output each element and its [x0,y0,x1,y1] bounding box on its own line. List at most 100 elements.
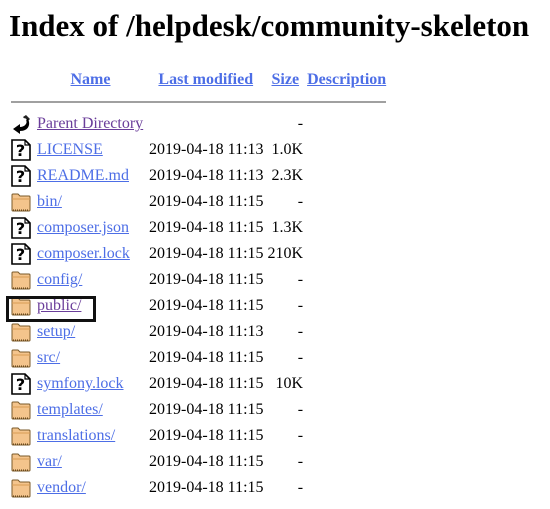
table-row: ? README.md 2019-04-18 11:13 2.3K [10,164,387,188]
last-modified: 2019-04-18 11:15 [149,245,264,262]
unknown-file-icon: ? [11,373,31,395]
back-icon [11,113,31,135]
last-modified: 2019-04-18 11:15 [149,479,264,496]
description [306,320,387,344]
table-row: config/2019-04-18 11:15 - [10,268,387,292]
unknown-file-icon: ? [11,165,31,187]
table-row: ? composer.lock 2019-04-18 11:15 210K [10,242,387,266]
file-size: - [297,453,304,470]
file-link[interactable]: Parent Directory [37,115,143,132]
file-link[interactable]: src/ [37,349,60,366]
file-link[interactable]: translations/ [37,427,115,444]
header-last-modified: Last modified [147,68,265,92]
last-modified [147,112,265,136]
description [306,164,387,188]
svg-text:?: ? [16,219,25,238]
folder-icon [11,295,31,317]
svg-text:?: ? [16,167,25,186]
last-modified: 2019-04-18 11:15 [149,427,264,444]
description [306,294,387,318]
folder-icon [11,451,31,473]
svg-text:?: ? [16,375,25,394]
description [306,346,387,370]
folder-icon [11,425,31,447]
header-description: Description [306,68,387,92]
last-modified: 2019-04-18 11:15 [149,453,264,470]
separator-row [10,94,387,110]
file-link[interactable]: vendor/ [37,479,86,496]
file-link[interactable]: setup/ [37,323,75,340]
file-size: 210K [267,245,304,262]
last-modified: 2019-04-18 11:15 [149,297,264,314]
last-modified: 2019-04-18 11:13 [149,167,264,184]
table-row: public/2019-04-18 11:15 - [10,294,387,318]
folder-icon [11,321,31,343]
table-row: var/2019-04-18 11:15 - [10,450,387,474]
sort-by-name-link[interactable]: Name [71,71,111,88]
file-size: 2.3K [271,167,304,184]
file-link[interactable]: var/ [37,453,62,470]
file-link[interactable]: README.md [37,167,129,184]
sort-by-last-modified-link[interactable]: Last modified [158,71,253,88]
folder-icon [11,269,31,291]
table-row: Parent Directory - [10,112,387,136]
unknown-file-icon: ? [11,139,31,161]
file-link[interactable]: templates/ [37,401,103,418]
file-size: - [297,193,304,210]
description [306,216,387,240]
file-size: 1.3K [271,219,304,236]
description [306,268,387,292]
description [306,112,387,136]
file-size: - [297,271,304,288]
folder-icon [11,399,31,421]
file-size: 1.0K [271,141,304,158]
listing-body: Parent Directory -? LICENSE 2019-04-18 11:1… [10,112,387,500]
table-row: vendor/2019-04-18 11:15 - [10,476,387,500]
file-link[interactable]: composer.json [37,219,129,236]
file-size: - [297,297,304,314]
sort-by-size-link[interactable]: Size [272,71,300,88]
table-row: setup/2019-04-18 11:13 - [10,320,387,344]
last-modified: 2019-04-18 11:15 [149,193,264,210]
last-modified: 2019-04-18 11:13 [149,141,264,158]
file-size: - [297,115,304,132]
description [306,398,387,422]
table-row: src/2019-04-18 11:15 - [10,346,387,370]
description [306,450,387,474]
folder-icon [11,477,31,499]
file-size: - [297,479,304,496]
header-row: Name Last modified Size Description [10,68,387,92]
description [306,476,387,500]
table-row: ? symfony.lock 2019-04-18 11:15 10K [10,372,387,396]
table-row: ? LICENSE 2019-04-18 11:13 1.0K [10,138,387,162]
folder-icon [11,347,31,369]
file-size: - [297,323,304,340]
table-row: bin/2019-04-18 11:15 - [10,190,387,214]
last-modified: 2019-04-18 11:15 [149,349,264,366]
header-name: Name [36,68,145,92]
last-modified: 2019-04-18 11:15 [149,271,264,288]
last-modified: 2019-04-18 11:15 [149,375,264,392]
file-link[interactable]: config/ [37,271,82,288]
svg-text:?: ? [16,141,25,160]
description [306,372,387,396]
sort-by-description-link[interactable]: Description [307,71,386,88]
file-link[interactable]: symfony.lock [37,375,124,392]
svg-text:?: ? [16,245,25,264]
file-link[interactable]: LICENSE [37,141,103,158]
table-row: templates/2019-04-18 11:15 - [10,398,387,422]
last-modified: 2019-04-18 11:13 [149,323,264,340]
file-size: 10K [275,375,304,392]
page-title: Index of /helpdesk/community-skeleton [9,8,530,43]
file-link[interactable]: public/ [37,297,81,314]
table-row: ? composer.json 2019-04-18 11:15 1.3K [10,216,387,240]
header-size: Size [267,68,305,92]
file-size: - [297,427,304,444]
directory-listing: Name Last modified Size Description Pare… [8,66,389,502]
last-modified: 2019-04-18 11:15 [149,219,264,236]
description [306,138,387,162]
file-link[interactable]: bin/ [37,193,62,210]
header-icon-column [10,68,34,92]
unknown-file-icon: ? [11,243,31,265]
file-link[interactable]: composer.lock [37,245,130,262]
